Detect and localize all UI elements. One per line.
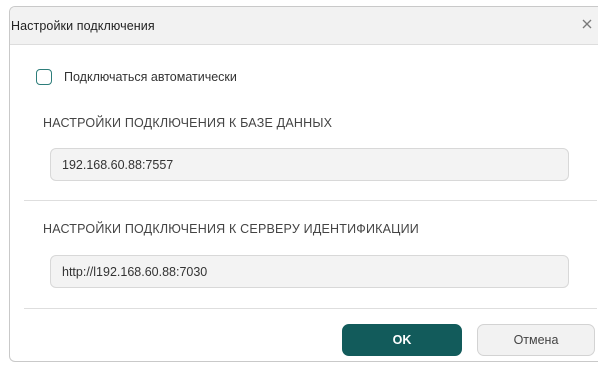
connection-settings-dialog: Настройки подключения Подключаться автом…	[9, 6, 598, 362]
auto-connect-label: Подключаться автоматически	[64, 70, 237, 84]
close-icon[interactable]	[580, 17, 594, 31]
identity-section-label: НАСТРОЙКИ ПОДКЛЮЧЕНИЯ К СЕРВЕРУ ИДЕНТИФИ…	[43, 222, 419, 236]
auto-connect-option[interactable]: Подключаться автоматически	[36, 67, 237, 87]
section-divider	[24, 200, 597, 201]
database-address-input[interactable]	[50, 148, 569, 181]
dialog-titlebar: Настройки подключения	[10, 7, 598, 45]
identity-server-address-input[interactable]	[50, 255, 569, 288]
ok-button[interactable]: OK	[342, 324, 462, 356]
database-section-label: НАСТРОЙКИ ПОДКЛЮЧЕНИЯ К БАЗЕ ДАННЫХ	[43, 116, 333, 130]
cancel-button[interactable]: Отмена	[477, 324, 595, 356]
footer-divider	[24, 308, 597, 309]
dialog-title: Настройки подключения	[11, 19, 155, 33]
auto-connect-checkbox[interactable]	[36, 69, 52, 85]
